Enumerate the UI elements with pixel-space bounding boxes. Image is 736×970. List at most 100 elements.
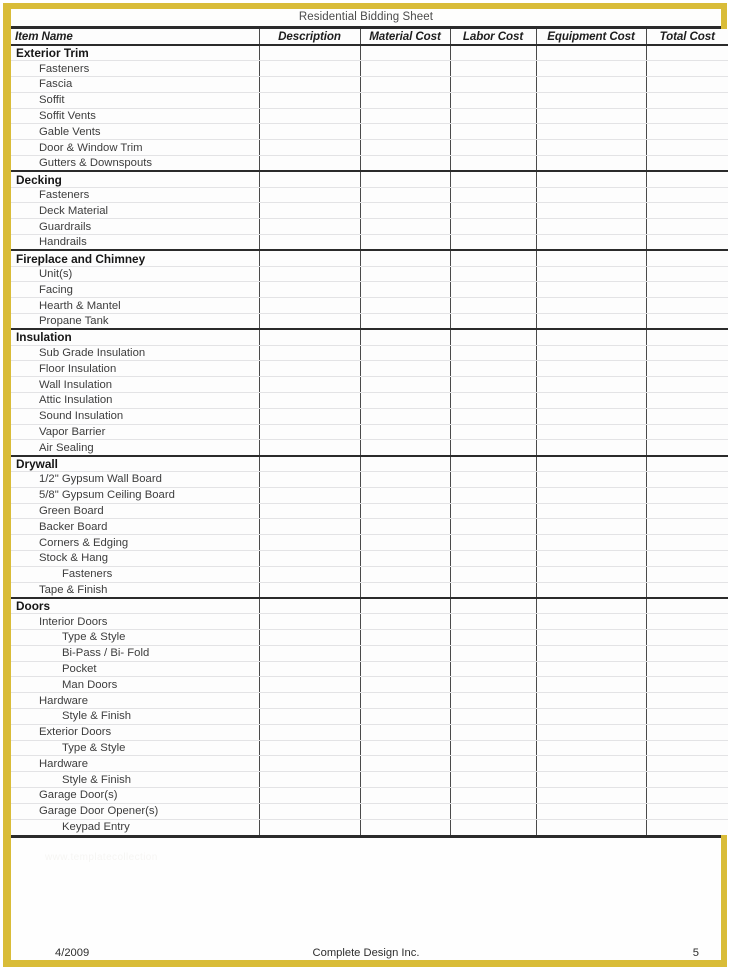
- cell-total[interactable]: [645, 613, 728, 630]
- cell-labor[interactable]: [449, 139, 536, 157]
- table-row[interactable]: Stock & Hang: [11, 550, 728, 567]
- cell-total[interactable]: [645, 297, 728, 315]
- item-name-cell[interactable]: Bi-Pass / Bi- Fold: [11, 645, 259, 662]
- cell-desc[interactable]: [258, 645, 360, 662]
- cell-equipment[interactable]: [535, 218, 646, 236]
- cell-total[interactable]: [645, 582, 728, 599]
- cell-desc[interactable]: [258, 755, 360, 773]
- cell-labor[interactable]: [449, 123, 536, 141]
- cell-total[interactable]: [645, 234, 728, 252]
- cell-desc[interactable]: [258, 534, 360, 551]
- cell-material[interactable]: [359, 724, 450, 741]
- cell-equipment[interactable]: [535, 408, 646, 425]
- cell-equipment[interactable]: [535, 60, 646, 78]
- item-name-cell[interactable]: Backer Board: [11, 518, 259, 536]
- cell-material[interactable]: [359, 108, 450, 125]
- item-name-cell[interactable]: Corners & Edging: [11, 534, 259, 551]
- cell-total[interactable]: [645, 139, 728, 157]
- table-row[interactable]: Exterior Doors: [11, 724, 728, 741]
- item-name-cell[interactable]: Sound Insulation: [11, 408, 259, 425]
- table-row[interactable]: Backer Board: [11, 518, 728, 536]
- cell-desc[interactable]: [258, 92, 360, 109]
- cell-desc[interactable]: [258, 60, 360, 78]
- cell-total[interactable]: [645, 534, 728, 551]
- table-row[interactable]: Garage Door(s): [11, 787, 728, 804]
- table-row[interactable]: Unit(s): [11, 266, 728, 283]
- cell-labor[interactable]: [449, 661, 536, 678]
- cell-desc[interactable]: [258, 218, 360, 236]
- cell-total[interactable]: [645, 408, 728, 425]
- cell-desc[interactable]: [258, 123, 360, 141]
- item-name-cell[interactable]: Deck Material: [11, 202, 259, 220]
- cell-labor[interactable]: [449, 724, 536, 741]
- cell-equipment[interactable]: [535, 645, 646, 662]
- cell-total[interactable]: [645, 566, 728, 583]
- cell-equipment[interactable]: [535, 771, 646, 788]
- cell-total[interactable]: [645, 676, 728, 694]
- table-row[interactable]: 1/2" Gypsum Wall Board: [11, 471, 728, 488]
- cell-total[interactable]: [645, 455, 728, 473]
- cell-desc[interactable]: [258, 471, 360, 488]
- cell-equipment[interactable]: [535, 819, 646, 835]
- cell-equipment[interactable]: [535, 297, 646, 315]
- cell-labor[interactable]: [449, 819, 536, 835]
- cell-material[interactable]: [359, 645, 450, 662]
- cell-labor[interactable]: [449, 582, 536, 599]
- table-row[interactable]: Soffit: [11, 92, 728, 109]
- cell-desc[interactable]: [258, 708, 360, 725]
- cell-material[interactable]: [359, 171, 450, 188]
- item-name-cell[interactable]: Air Sealing: [11, 439, 259, 457]
- cell-labor[interactable]: [449, 471, 536, 488]
- cell-material[interactable]: [359, 297, 450, 315]
- cell-desc[interactable]: [258, 297, 360, 315]
- cell-desc[interactable]: [258, 45, 360, 62]
- item-name-cell[interactable]: Type & Style: [11, 629, 259, 646]
- cell-material[interactable]: [359, 313, 450, 331]
- cell-equipment[interactable]: [535, 692, 646, 709]
- table-row[interactable]: Wall Insulation: [11, 376, 728, 394]
- cell-material[interactable]: [359, 266, 450, 283]
- cell-desc[interactable]: [258, 171, 360, 188]
- cell-material[interactable]: [359, 187, 450, 204]
- item-name-cell[interactable]: Garage Door(s): [11, 787, 259, 804]
- cell-total[interactable]: [645, 518, 728, 536]
- cell-equipment[interactable]: [535, 92, 646, 109]
- cell-desc[interactable]: [258, 740, 360, 757]
- cell-material[interactable]: [359, 360, 450, 378]
- cell-labor[interactable]: [449, 155, 536, 173]
- cell-equipment[interactable]: [535, 582, 646, 599]
- cell-total[interactable]: [645, 155, 728, 173]
- cell-desc[interactable]: [258, 313, 360, 331]
- cell-equipment[interactable]: [535, 566, 646, 583]
- cell-labor[interactable]: [449, 171, 536, 188]
- cell-desc[interactable]: [258, 503, 360, 520]
- cell-labor[interactable]: [449, 455, 536, 473]
- cell-equipment[interactable]: [535, 345, 646, 362]
- cell-total[interactable]: [645, 755, 728, 773]
- cell-total[interactable]: [645, 76, 728, 93]
- cell-total[interactable]: [645, 503, 728, 520]
- cell-desc[interactable]: [258, 487, 360, 504]
- cell-equipment[interactable]: [535, 155, 646, 173]
- section-heading-cell[interactable]: Fireplace and Chimney: [11, 250, 259, 267]
- section-heading-row[interactable]: Fireplace and Chimney: [11, 250, 728, 267]
- cell-labor[interactable]: [449, 218, 536, 236]
- cell-labor[interactable]: [449, 597, 536, 615]
- cell-equipment[interactable]: [535, 613, 646, 630]
- item-name-cell[interactable]: Propane Tank: [11, 313, 259, 331]
- cell-desc[interactable]: [258, 329, 360, 346]
- table-row[interactable]: Man Doors: [11, 676, 728, 694]
- cell-labor[interactable]: [449, 613, 536, 630]
- cell-desc[interactable]: [258, 250, 360, 267]
- item-name-cell[interactable]: Fasteners: [11, 187, 259, 204]
- cell-equipment[interactable]: [535, 597, 646, 615]
- table-row[interactable]: Floor Insulation: [11, 360, 728, 378]
- cell-labor[interactable]: [449, 487, 536, 504]
- cell-material[interactable]: [359, 692, 450, 709]
- cell-equipment[interactable]: [535, 439, 646, 457]
- cell-labor[interactable]: [449, 250, 536, 267]
- table-row[interactable]: Pocket: [11, 661, 728, 678]
- cell-desc[interactable]: [258, 187, 360, 204]
- cell-labor[interactable]: [449, 771, 536, 788]
- cell-desc[interactable]: [258, 392, 360, 409]
